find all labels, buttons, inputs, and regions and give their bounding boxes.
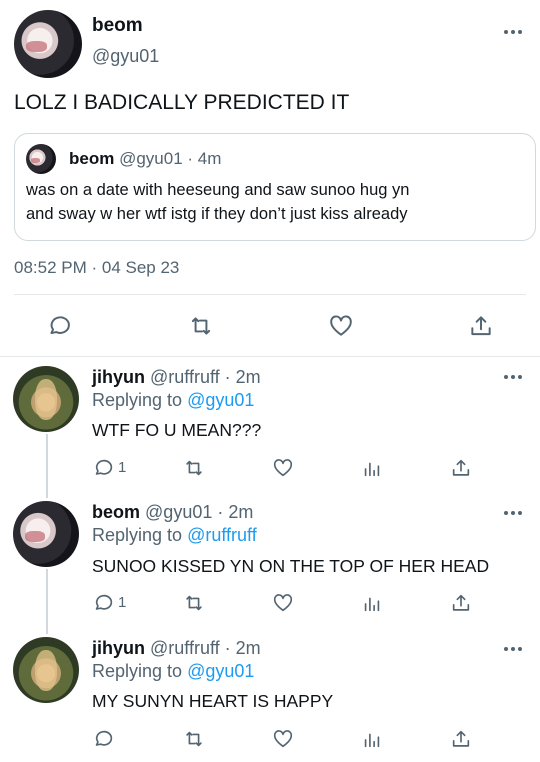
divider xyxy=(14,294,526,295)
author-handle[interactable]: @gyu01 xyxy=(145,502,212,522)
avatar[interactable] xyxy=(13,501,79,567)
avatar[interactable] xyxy=(14,10,82,78)
reply-icon[interactable] xyxy=(92,592,114,614)
replying-to-link[interactable]: @gyu01 xyxy=(187,390,254,410)
share-icon[interactable] xyxy=(450,457,472,479)
divider xyxy=(0,356,540,357)
quote-text-line1: was on a date with heeseung and saw suno… xyxy=(26,181,410,199)
replying-to-link[interactable]: @ruffruff xyxy=(187,525,257,545)
replying-to-link[interactable]: @gyu01 xyxy=(187,661,254,681)
reply-time: · 2m xyxy=(224,638,261,658)
more-icon[interactable] xyxy=(504,374,522,380)
share-icon[interactable] xyxy=(450,592,472,614)
reply-text: MY SUNYN HEART IS HAPPY xyxy=(92,691,334,711)
quoted-tweet[interactable]: beom @gyu01 · 4m was on a date with hees… xyxy=(14,133,536,241)
views-icon[interactable] xyxy=(361,728,383,750)
author-name[interactable]: jihyun xyxy=(92,367,145,387)
reply-text: SUNOO KISSED YN ON THE TOP OF HER HEAD xyxy=(92,556,490,576)
reply-icon[interactable] xyxy=(46,313,72,339)
avatar[interactable] xyxy=(13,637,79,703)
replying-to-label: Replying to xyxy=(92,525,183,545)
views-icon[interactable] xyxy=(361,457,383,479)
avatar[interactable] xyxy=(13,366,79,432)
replying-to-label: Replying to xyxy=(92,390,183,410)
retweet-icon[interactable] xyxy=(188,313,214,339)
reply-icon[interactable] xyxy=(92,728,114,750)
author-name[interactable]: beom xyxy=(92,15,143,37)
author-handle[interactable]: @gyu01 xyxy=(92,46,159,67)
retweet-icon[interactable] xyxy=(183,592,205,614)
quote-avatar xyxy=(26,144,56,174)
heart-icon[interactable] xyxy=(272,457,294,479)
author-handle[interactable]: @ruffruff xyxy=(150,367,220,387)
share-icon[interactable] xyxy=(468,313,494,339)
reply-count: 1 xyxy=(118,459,127,476)
retweet-icon[interactable] xyxy=(183,728,205,750)
tweet-timestamp[interactable]: 08:52 PM · 04 Sep 23 xyxy=(14,258,179,278)
views-icon[interactable] xyxy=(361,592,383,614)
heart-icon[interactable] xyxy=(328,313,354,339)
retweet-icon[interactable] xyxy=(183,457,205,479)
quote-text-line2: and sway w her wtf istg if they don’t ju… xyxy=(26,205,408,223)
reply-icon[interactable] xyxy=(92,457,114,479)
thread-line xyxy=(46,569,48,634)
author-handle[interactable]: @ruffruff xyxy=(150,638,220,658)
heart-icon[interactable] xyxy=(272,728,294,750)
more-icon[interactable] xyxy=(504,29,522,35)
tweet-text: LOLZ I BADICALLY PREDICTED IT xyxy=(14,91,350,114)
more-icon[interactable] xyxy=(504,646,522,652)
author-name[interactable]: jihyun xyxy=(92,638,145,658)
quote-author-name: beom xyxy=(69,149,115,168)
reply-count: 1 xyxy=(118,594,127,611)
more-icon[interactable] xyxy=(504,510,522,516)
heart-icon[interactable] xyxy=(272,592,294,614)
share-icon[interactable] xyxy=(450,728,472,750)
thread-line xyxy=(46,434,48,498)
reply-time: · 2m xyxy=(224,367,261,387)
quote-time: · 4m xyxy=(187,149,222,168)
reply-time: · 2m xyxy=(217,502,254,522)
replying-to-label: Replying to xyxy=(92,661,183,681)
quote-author-handle: @gyu01 xyxy=(119,149,183,168)
author-name[interactable]: beom xyxy=(92,502,140,522)
reply-text: WTF FO U MEAN??? xyxy=(92,420,262,440)
